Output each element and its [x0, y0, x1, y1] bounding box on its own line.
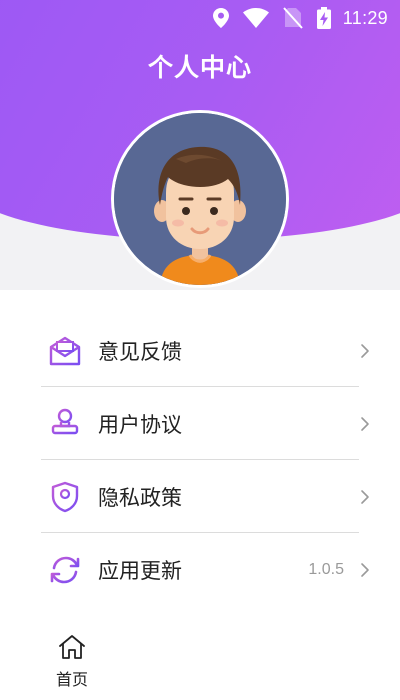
- user-agreement-stamp-icon: [48, 407, 82, 441]
- boy-avatar: [114, 113, 286, 285]
- feedback-mail-icon: [48, 334, 82, 368]
- privacy-shield-icon: [48, 480, 82, 514]
- battery-charging-icon: [316, 7, 331, 29]
- bottom-tab-bar: 首页: [0, 632, 400, 700]
- tab-home[interactable]: 首页: [48, 634, 96, 690]
- page-title: 个人中心: [147, 53, 252, 82]
- profile-page: 11:29 个人中心 意见反馈 用户协议 隐私政策 应用更新 1.0.5 首页: [0, 0, 400, 700]
- chevron-right-icon: [358, 488, 372, 506]
- no-sim-icon: [283, 7, 303, 29]
- menu-item-label: 隐私政策: [98, 485, 182, 510]
- menu-item-label: 意见反馈: [98, 339, 182, 364]
- tab-label: 首页: [55, 670, 88, 689]
- profile-header: 11:29 个人中心: [0, 0, 400, 290]
- wifi-icon: [242, 8, 269, 28]
- menu-item-feedback[interactable]: 意见反馈: [0, 314, 400, 387]
- menu-item-app-update[interactable]: 应用更新 1.0.5: [0, 533, 400, 606]
- update-refresh-icon: [48, 553, 82, 587]
- status-time: 11:29: [342, 7, 388, 28]
- avatar[interactable]: [111, 110, 289, 288]
- menu-item-user-agreement[interactable]: 用户协议: [0, 387, 400, 460]
- chevron-right-icon: [358, 342, 372, 360]
- location-icon: [212, 8, 229, 28]
- settings-menu: 意见反馈 用户协议 隐私政策 应用更新 1.0.5: [0, 314, 400, 606]
- chevron-right-icon: [358, 561, 372, 579]
- menu-item-label: 应用更新: [98, 558, 182, 583]
- home-icon: [58, 634, 86, 664]
- chevron-right-icon: [358, 415, 372, 433]
- menu-item-label: 用户协议: [98, 412, 182, 437]
- status-bar: 11:29: [0, 0, 400, 36]
- menu-item-privacy-policy[interactable]: 隐私政策: [0, 460, 400, 533]
- app-version-value: 1.0.5: [308, 560, 344, 578]
